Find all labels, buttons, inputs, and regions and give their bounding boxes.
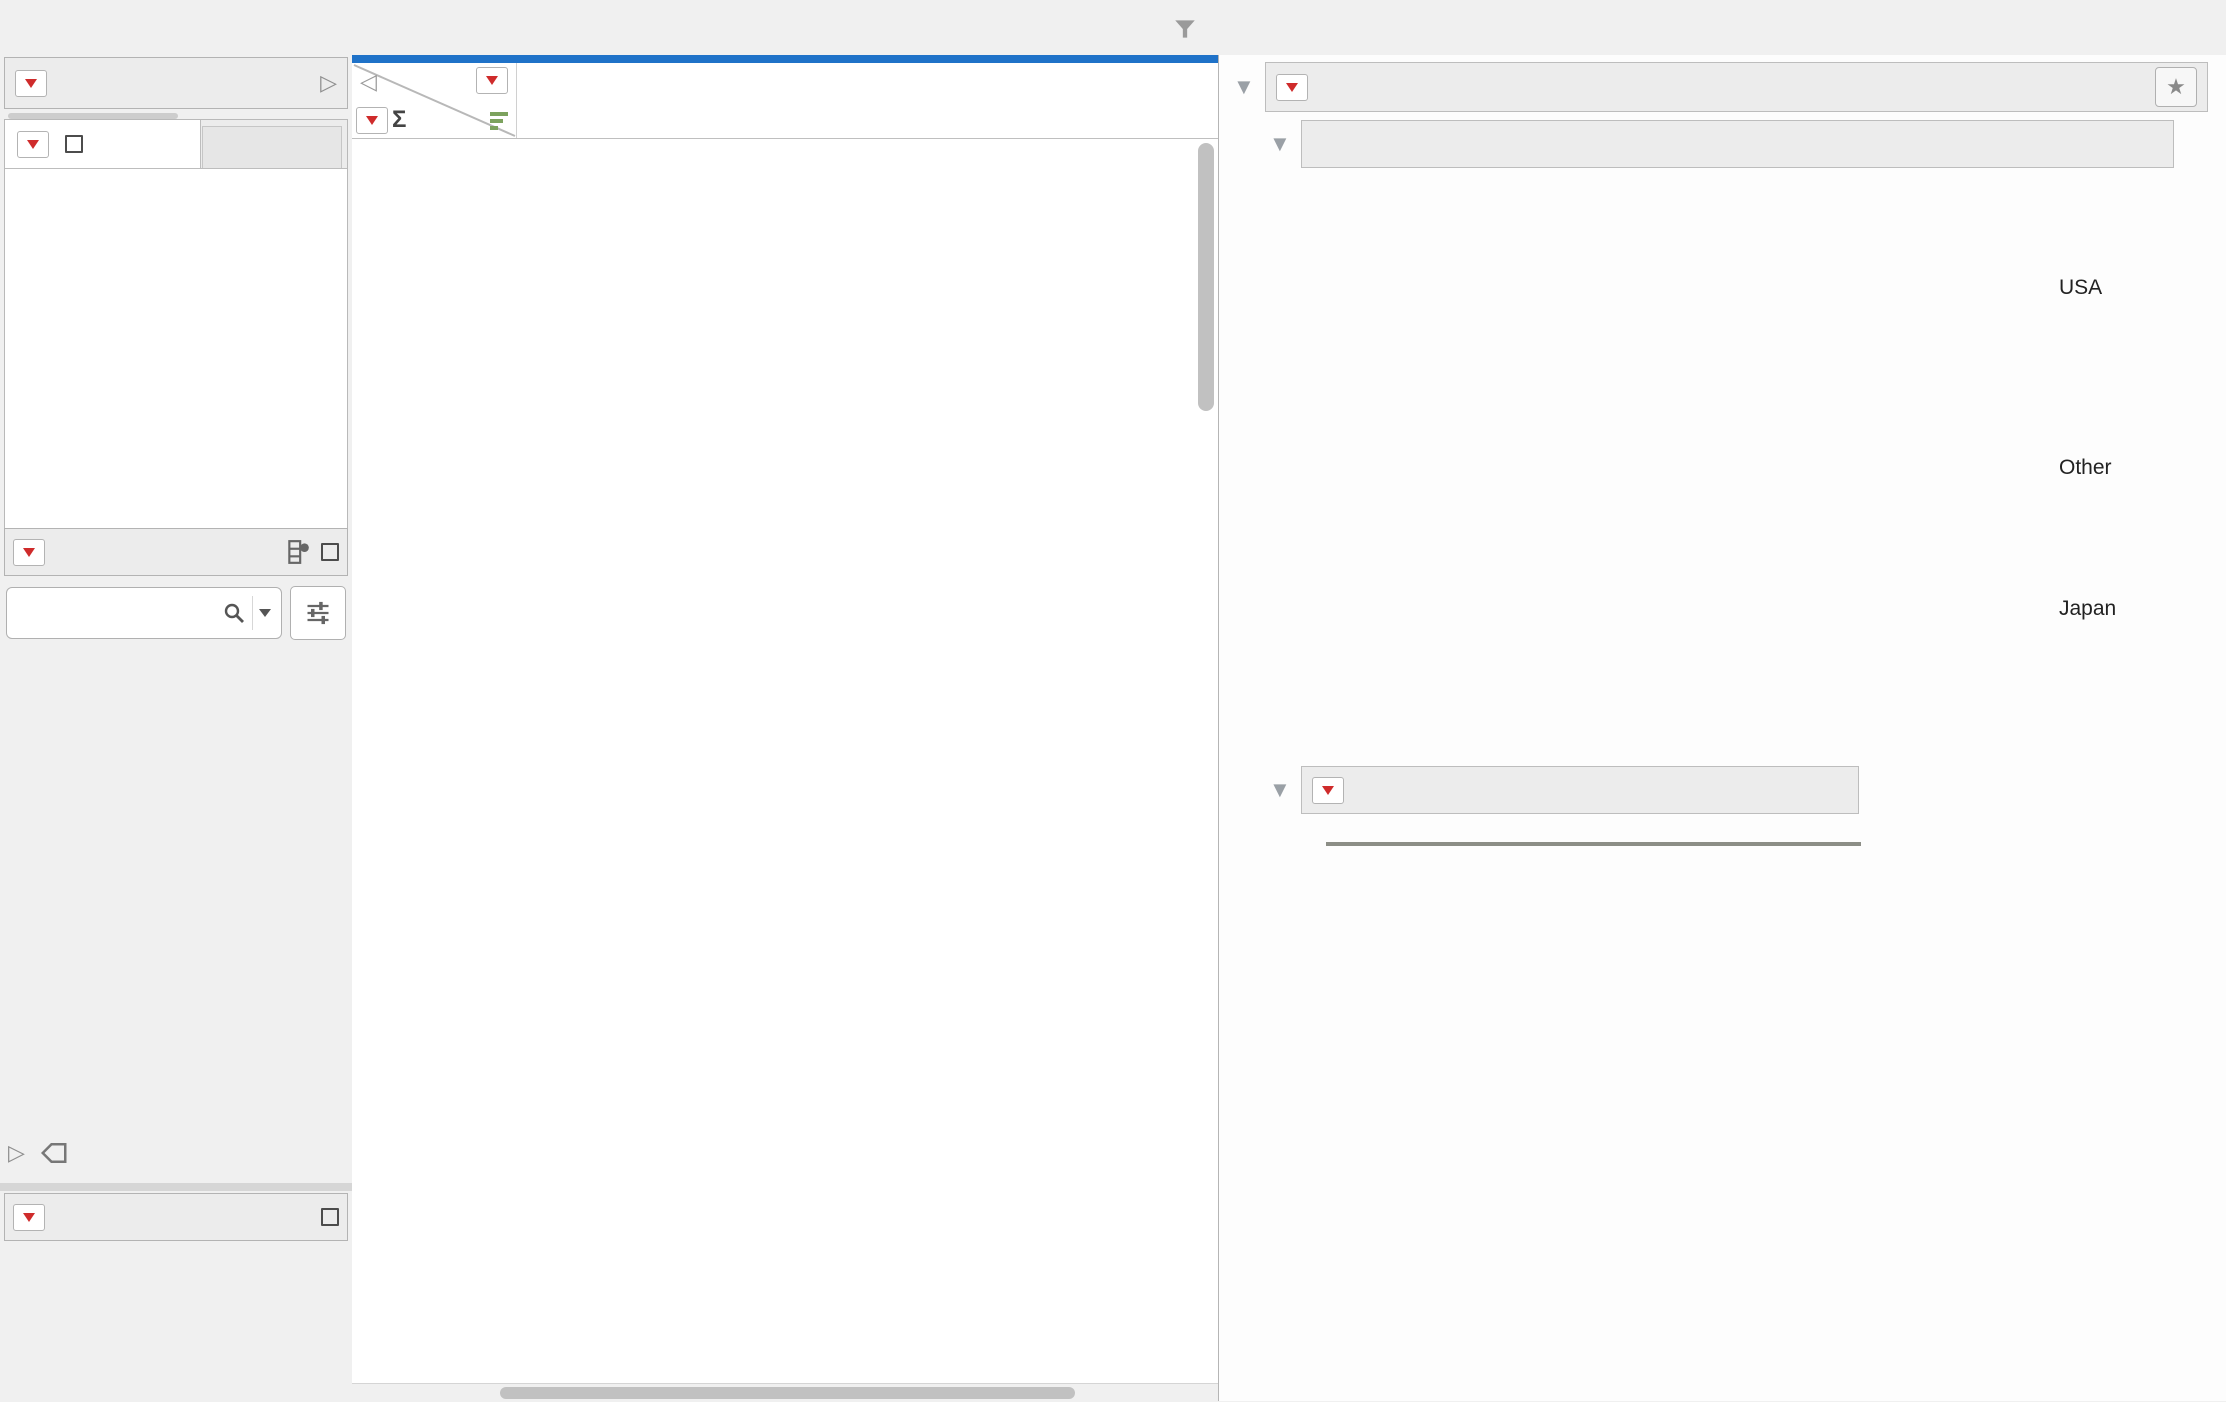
columns-filter-input[interactable]	[17, 600, 222, 626]
grid-body[interactable]	[352, 139, 1218, 1370]
contingency-title-bar[interactable]	[1301, 766, 1859, 814]
scripts-list	[5, 169, 347, 189]
columns-filter-box[interactable]	[6, 587, 282, 639]
expand-right-icon[interactable]: ▷	[320, 70, 337, 96]
vertical-scrollbar-thumb[interactable]	[1198, 143, 1214, 411]
collapse-left-icon[interactable]: ◁	[360, 69, 377, 95]
columns-menu-button[interactable]	[13, 539, 45, 566]
contingency-menu-button[interactable]	[1312, 777, 1344, 804]
analysis-outline-header: ▼ ★	[1233, 62, 2208, 112]
filter-settings-button[interactable]	[290, 586, 346, 640]
panel-splitter[interactable]	[0, 1183, 352, 1191]
data-grid: ◁ Σ	[352, 55, 1218, 1401]
mosaic-title-bar[interactable]	[1301, 120, 2174, 168]
analysis-title-bar[interactable]: ★	[1265, 62, 2208, 112]
column-settings-icon[interactable]	[285, 539, 311, 565]
horizontal-scrollbar[interactable]	[352, 1383, 1218, 1402]
scripts-menu-button[interactable]	[17, 131, 49, 158]
bookmark-star-button[interactable]: ★	[2155, 67, 2197, 107]
undock-icon[interactable]	[65, 135, 83, 153]
scripts-panel	[4, 119, 348, 574]
table-title-bar[interactable]: ▷	[4, 57, 348, 109]
strip-label: Japan	[2059, 597, 2116, 621]
rows-menu-button[interactable]	[13, 1204, 45, 1231]
mosaic-outline-header: ▼	[1269, 120, 2174, 168]
collapse-triangle-icon[interactable]: ▼	[1269, 777, 1291, 803]
sigma-icon[interactable]: Σ	[392, 106, 406, 134]
grid-header-row: ◁ Σ	[352, 63, 1218, 139]
tags-row[interactable]: ▷	[8, 1140, 83, 1166]
scripts-tabs	[5, 120, 347, 169]
tab-scripts[interactable]	[5, 120, 201, 168]
horizontal-scrollbar-thumb[interactable]	[500, 1387, 1075, 1399]
undock-icon[interactable]	[321, 543, 339, 561]
collapse-triangle-icon[interactable]: ▼	[1233, 74, 1255, 100]
undock-icon[interactable]	[321, 1208, 339, 1226]
mosaic-plot: USA Other Japan	[1219, 55, 2226, 1401]
jmp-window: ▷	[0, 0, 2226, 1401]
contingency-table	[1326, 842, 1861, 846]
grid-corner-cell[interactable]: ◁ Σ	[352, 63, 517, 138]
analysis-menu-button[interactable]	[1276, 74, 1308, 101]
rows-corner-menu-button[interactable]	[356, 107, 388, 134]
strip-label: USA	[2059, 276, 2102, 300]
expand-right-icon[interactable]: ▷	[8, 1140, 25, 1166]
search-icon	[222, 601, 246, 625]
data-table-tab-bar	[0, 0, 1218, 56]
columns-panel-header[interactable]	[4, 528, 348, 576]
table-menu-button[interactable]	[15, 70, 47, 97]
tag-outline-icon	[39, 1140, 69, 1166]
strip-label: Other	[2059, 456, 2112, 480]
divider	[252, 596, 253, 630]
collapse-triangle-icon[interactable]: ▼	[1269, 131, 1291, 157]
sliders-icon	[304, 599, 332, 627]
tab-filter-views[interactable]	[202, 126, 342, 168]
active-table-accent-bar	[352, 55, 1218, 63]
columns-filter-row	[6, 584, 346, 642]
analysis-panel: ▼ ★ ▼ USA Other Japan ▼	[1218, 55, 2226, 1401]
contingency-outline-header: ▼	[1269, 766, 1859, 814]
search-options-caret-icon[interactable]	[259, 609, 271, 617]
rows-panel-header[interactable]	[4, 1193, 348, 1241]
data-table-side-panel: ▷	[0, 55, 352, 1401]
columns-corner-menu-button[interactable]	[476, 67, 508, 94]
column-list-icon[interactable]	[490, 112, 508, 130]
filter-funnel-icon[interactable]	[1172, 16, 1198, 42]
